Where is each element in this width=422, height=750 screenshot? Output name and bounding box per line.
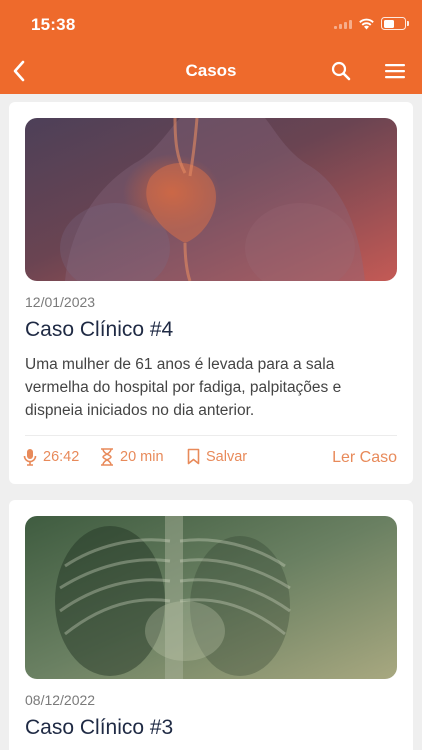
case-thumbnail-xray[interactable] (25, 516, 397, 679)
app-header: 15:38 Casos (0, 0, 422, 94)
case-description: Uma mulher de 61 anos é levada para a sa… (25, 356, 342, 419)
save-button[interactable]: Salvar (187, 448, 247, 465)
hamburger-menu-icon (385, 64, 405, 79)
hourglass-icon (101, 448, 113, 466)
status-time: 15:38 (31, 15, 76, 34)
case-date: 12/01/2023 (25, 294, 96, 310)
bookmark-icon (187, 448, 200, 465)
cellular-signal-icon (334, 18, 352, 29)
case-title[interactable]: Caso Clínico #4 (25, 318, 173, 342)
save-label: Salvar (206, 448, 248, 465)
case-date: 08/12/2022 (25, 692, 96, 708)
menu-button[interactable] (382, 58, 408, 84)
card-divider (25, 435, 397, 436)
audio-duration-text: 26:42 (43, 449, 80, 465)
case-card[interactable]: 08/12/2022 Caso Clínico #3 (9, 500, 413, 750)
read-time: 20 min (100, 448, 164, 466)
microphone-icon (23, 449, 37, 466)
audio-duration[interactable]: 26:42 (23, 448, 79, 466)
search-icon (331, 61, 351, 81)
read-time-text: 20 min (120, 449, 164, 465)
search-button[interactable] (328, 58, 354, 84)
status-icons (334, 17, 409, 30)
case-thumbnail-heart[interactable] (25, 118, 397, 281)
read-case-button[interactable]: Ler Caso (332, 449, 397, 467)
battery-icon (381, 17, 409, 30)
case-title[interactable]: Caso Clínico #3 (25, 716, 173, 740)
page-title: Casos (185, 61, 237, 80)
wifi-icon (359, 18, 374, 29)
case-card[interactable]: 12/01/2023 Caso Clínico #4 Uma mulher de… (9, 102, 413, 484)
